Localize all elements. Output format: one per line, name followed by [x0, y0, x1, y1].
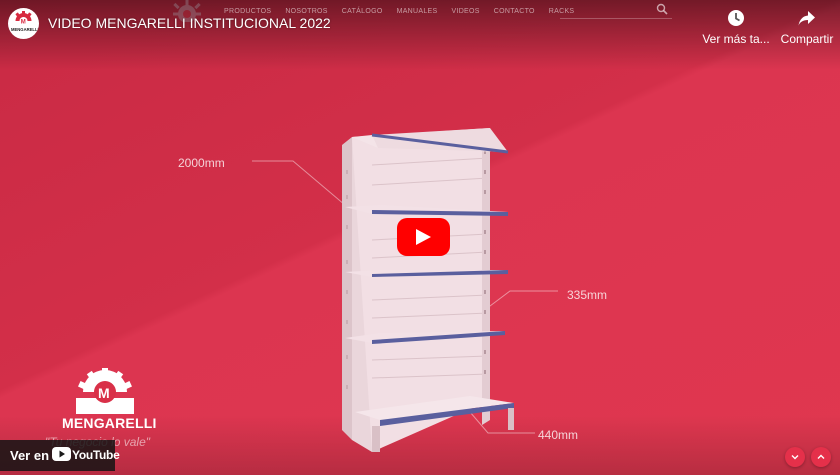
height-dimension-label: 2000mm [178, 156, 225, 170]
video-title[interactable]: VIDEO MENGARELLI INSTITUCIONAL 2022 [48, 15, 331, 31]
play-icon [416, 229, 431, 245]
clock-icon [728, 10, 744, 26]
share-button[interactable]: Compartir [772, 8, 840, 46]
watch-later-label: Ver más ta... [702, 32, 770, 46]
watermark-brand: MENGARELLI [62, 415, 157, 431]
watch-on-prefix: Ver en [10, 448, 50, 463]
play-button[interactable] [397, 218, 450, 256]
share-label: Compartir [780, 32, 834, 46]
scroll-down-button[interactable] [785, 447, 805, 467]
watch-later-button[interactable]: Ver más ta... [701, 8, 771, 46]
chevron-up-icon [817, 454, 825, 459]
youtube-wordmark: YouTube [72, 448, 120, 462]
scroll-up-button[interactable] [811, 447, 831, 467]
youtube-logo-icon [52, 447, 71, 461]
svg-text:M: M [98, 385, 110, 401]
shelf-spacing-dimension-label: 335mm [567, 288, 608, 302]
mengarelli-gear-logo-icon: M [76, 368, 134, 414]
channel-logo-text: MENGARELLI [11, 27, 39, 32]
chevron-down-icon [791, 455, 799, 460]
svg-text:M: M [21, 20, 26, 26]
video-frame[interactable]: PRODUCTOS NOSOTROS CATÁLOGO MANUALES VID… [0, 0, 840, 475]
share-arrow-icon [798, 11, 815, 26]
watch-on-youtube-button[interactable]: Ver en YouTube [0, 440, 120, 471]
channel-avatar[interactable]: M MENGARELLI [8, 8, 39, 39]
mengarelli-logo-icon: M MENGARELLI [11, 11, 39, 32]
depth-dimension-label: 440mm [538, 428, 579, 442]
